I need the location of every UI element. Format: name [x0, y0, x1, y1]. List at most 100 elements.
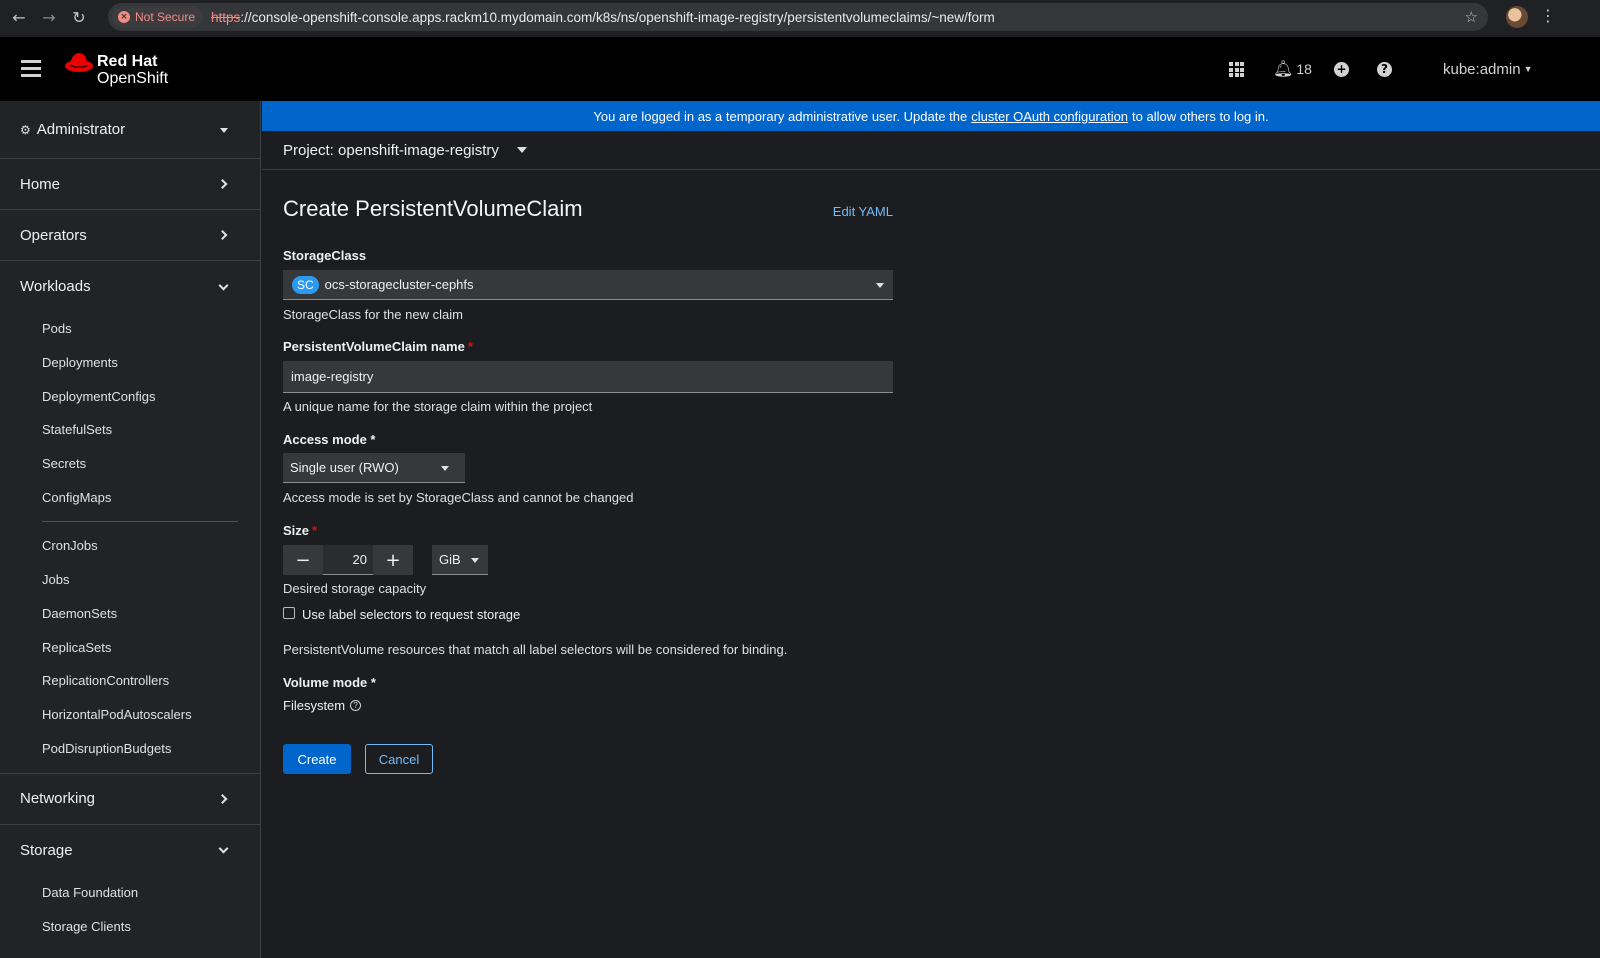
nav-item-secrets[interactable]: Secrets [0, 447, 260, 481]
access-mode-label: Access mode * [283, 432, 376, 447]
label-selector-checkbox[interactable] [283, 606, 295, 619]
nav-workloads[interactable]: Workloads [0, 261, 260, 312]
user-menu[interactable]: kube:admin ▼ [1443, 61, 1532, 78]
temporary-admin-banner: You are logged in as a temporary adminis… [262, 101, 1600, 131]
nav-divider [42, 521, 238, 523]
storageclass-select[interactable]: SC ocs-storagecluster-cephfs [283, 270, 893, 300]
size-stepper: − 20 + [283, 545, 413, 575]
pvc-name-label: PersistentVolumeClaim name * [283, 339, 473, 354]
url-scheme: https [211, 9, 241, 25]
chevron-right-icon [217, 793, 228, 804]
nav-item-statefulsets[interactable]: StatefulSets [0, 413, 260, 447]
size-unit-dropdown[interactable]: GiB [432, 545, 488, 575]
security-chip[interactable]: × Not Secure [112, 6, 204, 28]
project-selector[interactable]: Project: openshift-image-registry [262, 131, 1600, 170]
chevron-down-icon [218, 844, 229, 854]
chevron-down-icon [218, 280, 229, 291]
access-mode-dropdown[interactable]: Single user (RWO) [283, 453, 465, 483]
notifications-button[interactable]: 🔔︎ 18 [1273, 59, 1312, 78]
size-label-text: Size [283, 523, 310, 538]
chevron-right-icon [217, 230, 228, 240]
brand-line1: Red Hat [97, 53, 158, 70]
pvc-name-help: A unique name for the storage claim with… [283, 399, 593, 414]
profile-avatar[interactable] [1506, 6, 1528, 28]
increment-button[interactable]: + [373, 545, 413, 575]
warning-icon: × [118, 11, 130, 23]
label-selector-checkbox-label[interactable]: Use label selectors to request storage [302, 607, 520, 622]
perspective-switcher[interactable]: ⚙ Administrator [0, 101, 260, 159]
nav-item-replicationcontrollers[interactable]: ReplicationControllers [0, 664, 260, 698]
nav-operators[interactable]: Operators [0, 210, 260, 261]
nav-item-storage-clients[interactable]: Storage Clients [0, 910, 260, 944]
plus-circle-icon[interactable]: + [1334, 62, 1349, 77]
banner-text-after: to allow others to log in. [1132, 108, 1269, 124]
nav-item-data-foundation[interactable]: Data Foundation [0, 876, 260, 910]
url-text[interactable]: https://console-openshift-console.apps.r… [211, 10, 995, 25]
back-arrow-icon[interactable]: ← [4, 0, 34, 34]
nav-item-pods[interactable]: Pods [0, 312, 260, 346]
brand-line2: OpenShift [97, 70, 169, 87]
caret-down-icon [220, 127, 228, 133]
nav-item-horizontalpodautoscalers[interactable]: HorizontalPodAutoscalers [0, 698, 260, 732]
app-launcher-icon[interactable] [1229, 62, 1244, 77]
cogs-icon: ⚙ [20, 122, 31, 137]
hamburger-menu-icon[interactable] [21, 60, 41, 78]
label-selector-option: Use label selectors to request storage [283, 606, 520, 622]
nav-item-poddisruptionbudgets[interactable]: PodDisruptionBudgets [0, 731, 260, 765]
volume-mode-value: Filesystem [283, 698, 346, 713]
bookmark-star-icon[interactable]: ☆ [1465, 8, 1478, 26]
nav-item-cronjobs[interactable]: CronJobs [0, 529, 260, 563]
edit-yaml-link[interactable]: Edit YAML [833, 204, 893, 219]
caret-down-icon [516, 147, 527, 153]
required-marker: * [467, 339, 473, 354]
nav-item-daemonsets[interactable]: DaemonSets [0, 597, 260, 631]
nav-item-jobs[interactable]: Jobs [0, 563, 260, 597]
banner-text-before: You are logged in as a temporary adminis… [593, 108, 968, 124]
caret-down-icon [471, 557, 479, 563]
volume-mode-row: Filesystem ? [283, 698, 362, 713]
brand-name: Red Hat OpenShift [97, 53, 168, 87]
browser-toolbar: ← → ↻ × Not Secure https://console-opens… [0, 0, 1600, 34]
storageclass-label: StorageClass [283, 248, 367, 263]
nav-item-deployments[interactable]: Deployments [0, 346, 260, 380]
decrement-button[interactable]: − [283, 545, 323, 575]
nav-item-configmaps[interactable]: ConfigMaps [0, 480, 260, 514]
security-label: Not Secure [135, 10, 196, 24]
nav-networking-label: Networking [20, 790, 96, 808]
size-input[interactable]: 20 [323, 545, 373, 575]
access-mode-value: Single user (RWO) [290, 460, 399, 475]
storage-submenu: Data Foundation Storage Clients [0, 876, 260, 943]
create-button[interactable]: Create [283, 744, 351, 774]
storageclass-help: StorageClass for the new claim [283, 307, 463, 322]
pvc-name-input[interactable]: image-registry [283, 361, 893, 393]
browser-menu-icon[interactable]: ⋮ [1540, 6, 1556, 28]
storageclass-value: ocs-storagecluster-cephfs [324, 277, 474, 292]
nav-storage[interactable]: Storage [0, 825, 260, 876]
question-circle-icon[interactable]: ? [350, 700, 362, 711]
nav-storage-label: Storage [20, 841, 73, 859]
nav-item-replicasets[interactable]: ReplicaSets [0, 630, 260, 664]
chevron-right-icon [217, 179, 228, 189]
nav-networking[interactable]: Networking [0, 774, 260, 825]
help-icon[interactable]: ? [1377, 62, 1392, 77]
label-selector-help: PersistentVolume resources that match al… [283, 642, 788, 657]
sidebar: ⚙ Administrator Home Operators Workloads… [0, 101, 261, 958]
volume-mode-label: Volume mode * [283, 675, 376, 690]
sc-badge: SC [292, 275, 319, 294]
nav-home-label: Home [20, 175, 61, 193]
size-help: Desired storage capacity [283, 581, 427, 596]
size-unit-value: GiB [439, 552, 461, 567]
perspective-label: Administrator [36, 121, 126, 138]
address-bar[interactable]: × Not Secure https://console-openshift-c… [108, 3, 1488, 31]
access-mode-help: Access mode is set by StorageClass and c… [283, 490, 634, 505]
cancel-button[interactable]: Cancel [365, 744, 433, 774]
forward-arrow-icon[interactable]: → [34, 0, 64, 34]
pvc-name-label-text: PersistentVolumeClaim name [283, 339, 465, 354]
oauth-config-link[interactable]: cluster OAuth configuration [971, 109, 1128, 124]
reload-icon[interactable]: ↻ [64, 0, 94, 34]
notification-count: 18 [1296, 60, 1312, 77]
nav-item-deploymentconfigs[interactable]: DeploymentConfigs [0, 379, 260, 413]
nav-home[interactable]: Home [0, 159, 260, 210]
page-title: Create PersistentVolumeClaim [283, 196, 583, 221]
redhat-logo-icon [65, 53, 93, 72]
